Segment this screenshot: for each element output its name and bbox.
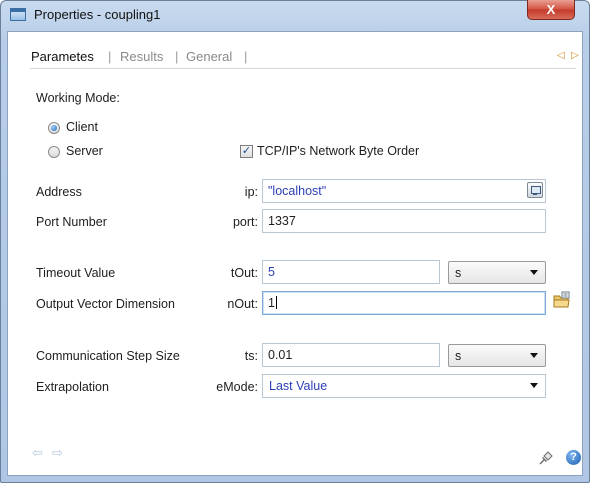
- working-mode-label: Working Mode:: [36, 91, 120, 105]
- text-caret: [275, 296, 277, 309]
- server-radio[interactable]: [48, 146, 60, 158]
- extrapolation-value: Last Value: [269, 379, 328, 393]
- comm-step-unit-value: s: [455, 349, 462, 363]
- timeout-label: Timeout Value: [36, 266, 116, 280]
- back-arrow-icon[interactable]: ⇦: [32, 445, 43, 461]
- address-var: ip:: [244, 185, 258, 199]
- tab-prev-icon[interactable]: ◁: [557, 50, 565, 61]
- extrapolation-label: Extrapolation: [36, 380, 109, 394]
- window-icon: [10, 8, 26, 21]
- tab-next-icon[interactable]: ▷: [571, 50, 579, 61]
- output-dim-label: Output Vector Dimension: [36, 297, 175, 311]
- byte-order-label[interactable]: TCP/IP's Network Byte Order: [257, 144, 419, 158]
- comm-step-unit-select[interactable]: s: [448, 344, 546, 367]
- byte-order-checkbox[interactable]: ✓: [240, 145, 253, 158]
- chevron-down-icon: [530, 383, 538, 388]
- window-title: Properties - coupling1: [34, 7, 161, 22]
- tab-separator: |: [108, 49, 112, 64]
- tab-separator: |: [244, 49, 248, 64]
- port-input[interactable]: 1337: [262, 209, 546, 233]
- output-dim-input[interactable]: 1: [262, 291, 546, 315]
- comm-step-input[interactable]: 0.01: [262, 343, 440, 367]
- comm-step-label: Communication Step Size: [36, 349, 180, 363]
- help-icon[interactable]: ?: [566, 450, 581, 465]
- client-radio[interactable]: [48, 122, 60, 134]
- extrapolation-var: eMode:: [216, 380, 258, 394]
- address-label: Address: [36, 185, 82, 199]
- pin-icon[interactable]: [537, 449, 555, 467]
- server-radio-label[interactable]: Server: [66, 144, 103, 158]
- title-bar[interactable]: Properties - coupling1 X: [0, 0, 590, 30]
- chevron-down-icon: [530, 270, 538, 275]
- output-dim-var: nOut:: [227, 297, 258, 311]
- tab-underline: [30, 68, 576, 69]
- chevron-down-icon: [530, 353, 538, 358]
- tab-parametes[interactable]: Parametes: [31, 49, 94, 64]
- comm-step-var: ts:: [244, 349, 258, 363]
- extrapolation-select[interactable]: Last Value: [262, 374, 546, 398]
- port-var: port:: [232, 215, 258, 229]
- port-label: Port Number: [36, 215, 107, 229]
- tab-results[interactable]: Results: [120, 49, 163, 64]
- timeout-input[interactable]: 5: [262, 260, 440, 284]
- timeout-unit-select[interactable]: s: [448, 261, 546, 284]
- timeout-unit-value: s: [455, 266, 462, 280]
- forward-arrow-icon[interactable]: ⇨: [52, 445, 63, 461]
- output-dim-value: 1: [268, 296, 275, 310]
- tab-separator: |: [175, 49, 179, 64]
- client-radio-label[interactable]: Client: [66, 120, 98, 134]
- folder-icon[interactable]: [552, 290, 572, 310]
- computer-icon[interactable]: [527, 182, 543, 198]
- address-input[interactable]: "localhost": [262, 179, 546, 203]
- tab-general[interactable]: General: [186, 49, 232, 64]
- timeout-var: tOut:: [230, 266, 258, 280]
- close-button[interactable]: X: [527, 0, 575, 20]
